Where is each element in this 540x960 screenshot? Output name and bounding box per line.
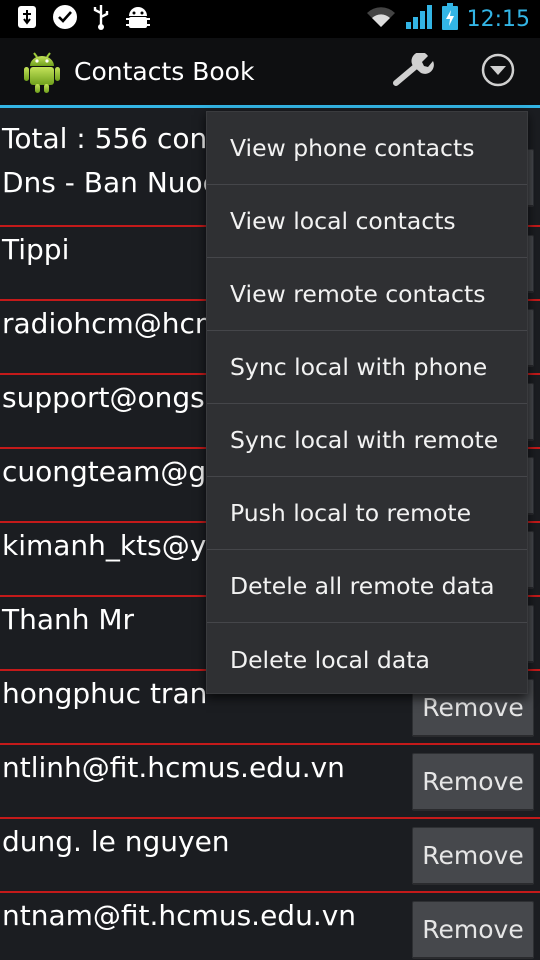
contact-name: Tippi (2, 233, 70, 266)
list-item[interactable]: dung. le nguyen Remove (0, 819, 540, 893)
menu-item-view-phone-contacts[interactable]: View phone contacts (207, 112, 527, 185)
contact-name: Thanh Mr (2, 603, 135, 636)
wifi-icon (365, 5, 397, 33)
list-item[interactable]: ntnam@fit.hcmus.edu.vn Remove (0, 893, 540, 960)
contact-name: ntnam@fit.hcmus.edu.vn (2, 899, 357, 932)
menu-item-view-local-contacts[interactable]: View local contacts (207, 185, 527, 258)
battery-charging-icon (441, 3, 459, 35)
contact-name: hongphuc tran (2, 677, 208, 710)
menu-item-view-remote-contacts[interactable]: View remote contacts (207, 258, 527, 331)
wrench-icon (393, 51, 435, 91)
chat-icon (52, 4, 78, 34)
menu-item-sync-local-with-remote[interactable]: Sync local with remote (207, 404, 527, 477)
status-bar: 12:15 (0, 0, 540, 38)
remove-button[interactable]: Remove (412, 753, 534, 811)
signal-icon (405, 4, 433, 34)
android-debug-icon (124, 4, 152, 34)
overflow-menu-button[interactable] (456, 37, 540, 107)
overflow-menu: View phone contacts View local contacts … (206, 111, 528, 694)
clock: 12:15 (466, 6, 530, 32)
overflow-menu-icon (481, 53, 515, 91)
usb-debug-icon (16, 4, 38, 34)
app-logo-icon[interactable] (22, 50, 62, 94)
remove-button[interactable]: Remove (412, 827, 534, 885)
contact-name: dung. le nguyen (2, 825, 230, 858)
menu-item-delete-all-remote-data[interactable]: Detele all remote data (207, 550, 527, 623)
settings-button[interactable] (372, 37, 456, 107)
app-title: Contacts Book (74, 57, 255, 86)
contact-name: ntlinh@fit.hcmus.edu.vn (2, 751, 345, 784)
menu-item-push-local-to-remote[interactable]: Push local to remote (207, 477, 527, 550)
action-bar: Contacts Book (0, 38, 540, 108)
list-item[interactable]: ntlinh@fit.hcmus.edu.vn Remove (0, 745, 540, 819)
menu-item-sync-local-with-phone[interactable]: Sync local with phone (207, 331, 527, 404)
remove-button[interactable]: Remove (412, 901, 534, 959)
usb-icon (92, 3, 110, 35)
menu-item-delete-local-data[interactable]: Delete local data (207, 623, 527, 696)
